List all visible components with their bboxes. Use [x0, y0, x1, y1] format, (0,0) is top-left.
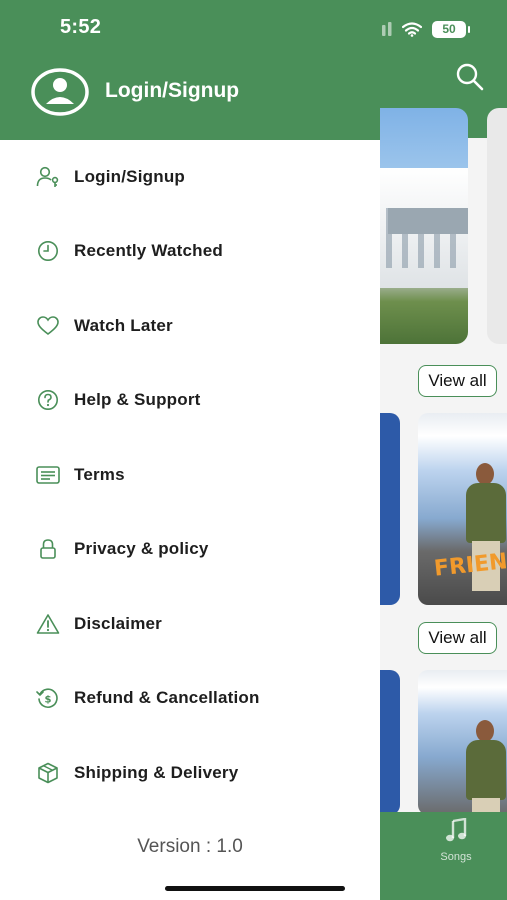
- menu-item-recently-watched[interactable]: Recently Watched: [0, 223, 380, 279]
- drawer-login-title[interactable]: Login/Signup: [105, 79, 239, 103]
- box-icon: [36, 761, 60, 785]
- movie-poster[interactable]: [418, 670, 507, 815]
- menu-item-label: Watch Later: [74, 316, 173, 335]
- search-icon[interactable]: [455, 62, 485, 92]
- warning-icon: [36, 612, 60, 636]
- user-key-icon: [36, 165, 60, 189]
- wifi-icon: [402, 21, 422, 37]
- tab-songs-label: Songs: [440, 851, 472, 863]
- menu-item-label: Shipping & Delivery: [74, 763, 239, 782]
- tab-songs[interactable]: Songs: [430, 817, 482, 863]
- clock-icon: [36, 239, 60, 263]
- menu-item-login-signup[interactable]: Login/Signup: [0, 149, 380, 205]
- menu-item-label: Terms: [74, 465, 125, 484]
- status-indicators: 50: [370, 18, 470, 40]
- navigation-drawer: 5:52 Login/Signup Login/Signup Recently …: [0, 0, 380, 900]
- menu-item-label: Recently Watched: [74, 241, 223, 260]
- menu-item-label: Login/Signup: [74, 167, 185, 186]
- music-note-icon: [446, 817, 467, 842]
- help-circle-icon: [36, 388, 60, 412]
- status-time: 5:52: [60, 16, 102, 38]
- refund-icon: $: [36, 686, 60, 710]
- app-version: Version : 1.0: [137, 836, 243, 857]
- menu-item-refund-cancellation[interactable]: $ Refund & Cancellation: [0, 670, 380, 726]
- movie-poster[interactable]: FRIEN: [418, 413, 507, 605]
- profile-avatar-icon[interactable]: [31, 68, 89, 116]
- battery-icon: 50: [432, 20, 470, 38]
- menu-item-disclaimer[interactable]: Disclaimer: [0, 596, 380, 652]
- menu-item-shipping-delivery[interactable]: Shipping & Delivery: [0, 745, 380, 801]
- document-icon: [36, 463, 60, 487]
- lock-icon: [36, 537, 60, 561]
- menu-item-terms[interactable]: Terms: [0, 447, 380, 503]
- menu-item-privacy-policy[interactable]: Privacy & policy: [0, 521, 380, 577]
- svg-text:$: $: [45, 695, 52, 706]
- heart-icon: [36, 314, 60, 338]
- view-all-button[interactable]: View all: [418, 365, 497, 397]
- view-all-button[interactable]: View all: [418, 622, 497, 654]
- drawer-header: 5:52 Login/Signup: [0, 0, 380, 140]
- menu-item-label: Disclaimer: [74, 614, 162, 633]
- menu-item-watch-later[interactable]: Watch Later: [0, 298, 380, 354]
- home-indicator[interactable]: [165, 886, 345, 891]
- menu-item-label: Privacy & policy: [74, 539, 209, 558]
- banner-card-next[interactable]: [487, 108, 507, 344]
- menu-item-label: Help & Support: [74, 390, 201, 409]
- menu-item-label: Refund & Cancellation: [74, 688, 260, 707]
- menu-item-help-support[interactable]: Help & Support: [0, 372, 380, 428]
